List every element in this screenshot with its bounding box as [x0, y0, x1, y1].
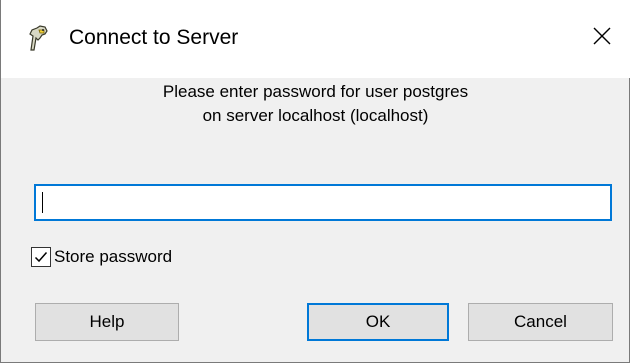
- close-icon: [593, 27, 611, 50]
- close-button[interactable]: [574, 10, 630, 66]
- title-bar: Connect to Server: [1, 0, 630, 78]
- store-password-label: Store password: [54, 247, 173, 266]
- connect-dialog: Connect to Server Please enter password …: [0, 0, 630, 363]
- ok-button[interactable]: OK: [307, 303, 449, 341]
- text-caret: [42, 192, 43, 213]
- cancel-button[interactable]: Cancel: [468, 303, 613, 341]
- postgres-elephant-icon: [25, 24, 49, 52]
- password-prompt: Please enter password for user postgres …: [1, 80, 630, 128]
- checkmark-icon: [34, 252, 48, 263]
- help-button[interactable]: Help: [35, 303, 179, 341]
- store-password-checkbox-row[interactable]: Store password: [31, 244, 172, 270]
- store-password-checkbox[interactable]: [31, 247, 51, 267]
- password-input[interactable]: [34, 184, 612, 221]
- prompt-line-1: Please enter password for user postgres: [162, 82, 469, 101]
- dialog-title: Connect to Server: [69, 26, 239, 49]
- prompt-line-2: on server localhost (localhost): [202, 106, 429, 125]
